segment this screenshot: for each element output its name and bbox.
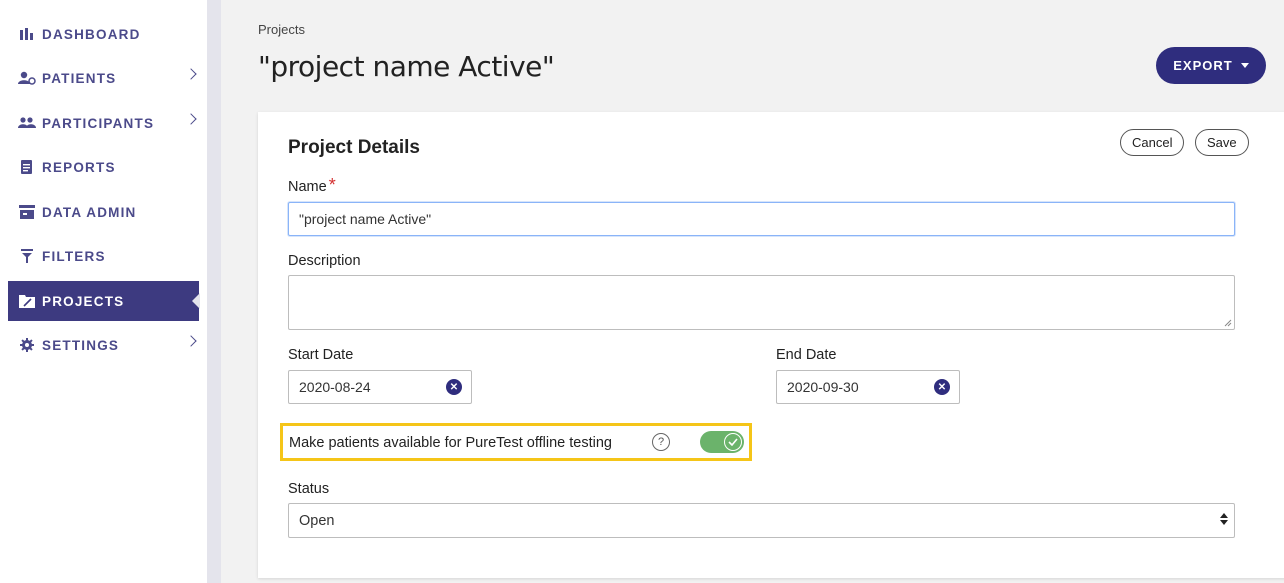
- sidebar-item-participants[interactable]: PARTICIPANTS: [8, 103, 199, 143]
- projects-icon: [18, 294, 36, 308]
- bar-chart-icon: [18, 27, 36, 41]
- report-icon: [18, 160, 36, 174]
- end-date-input[interactable]: 2020-09-30 ✕: [776, 370, 960, 404]
- breadcrumb[interactable]: Projects: [258, 22, 305, 37]
- project-details-card: Project Details Cancel Save Name * "proje…: [258, 112, 1284, 578]
- sidebar-item-label: REPORTS: [42, 159, 116, 175]
- clear-end-date-icon[interactable]: ✕: [934, 379, 950, 395]
- patient-icon: [18, 71, 36, 85]
- status-value: Open: [299, 512, 335, 529]
- filter-icon: [18, 249, 36, 263]
- name-label-text: Name: [288, 179, 327, 195]
- export-button[interactable]: EXPORT: [1156, 47, 1266, 84]
- start-date-value: 2020-08-24: [299, 379, 371, 395]
- data-admin-icon: [18, 205, 36, 219]
- caret-down-icon: [1240, 63, 1249, 68]
- sidebar-item-label: PARTICIPANTS: [42, 115, 155, 131]
- required-asterisk: *: [328, 175, 336, 195]
- sidebar-item-label: FILTERS: [42, 248, 106, 264]
- sidebar-item-label: PROJECTS: [42, 293, 125, 309]
- status-label: Status: [288, 481, 330, 497]
- card-title: Project Details: [288, 137, 420, 158]
- help-icon[interactable]: ?: [652, 433, 670, 451]
- sidebar-item-reports[interactable]: REPORTS: [8, 147, 199, 187]
- sidebar-item-patients[interactable]: PATIENTS: [8, 58, 199, 98]
- offline-testing-toggle[interactable]: [700, 431, 744, 453]
- cancel-button[interactable]: Cancel: [1120, 129, 1185, 156]
- name-input[interactable]: "project name Active": [288, 202, 1235, 236]
- chevron-right-icon: [185, 68, 197, 80]
- export-label: EXPORT: [1173, 58, 1233, 73]
- save-button[interactable]: Save: [1195, 129, 1249, 156]
- status-select[interactable]: Open: [288, 503, 1235, 538]
- description-label: Description: [288, 253, 361, 269]
- sidebar-item-filters[interactable]: FILTERS: [8, 236, 199, 276]
- sidebar-item-settings[interactable]: SETTINGS: [8, 325, 199, 365]
- chevron-right-icon: [185, 335, 197, 347]
- sidebar-item-projects[interactable]: PROJECTS: [8, 281, 200, 321]
- sidebar: DASHBOARD PATIENTS PARTICIPANTS REPORTS: [0, 0, 207, 583]
- end-date-label: End Date: [776, 347, 837, 363]
- clear-start-date-icon[interactable]: ✕: [446, 379, 462, 395]
- sidebar-item-dashboard[interactable]: DASHBOARD: [8, 14, 199, 54]
- check-icon: [724, 433, 742, 451]
- sidebar-item-label: SETTINGS: [42, 337, 120, 353]
- gear-icon: [18, 338, 36, 352]
- start-date-input[interactable]: 2020-08-24 ✕: [288, 370, 472, 404]
- page-title: "project name Active": [258, 50, 555, 83]
- participants-icon: [18, 116, 36, 130]
- sidebar-item-label: DASHBOARD: [42, 26, 141, 42]
- sidebar-divider: [207, 0, 221, 583]
- name-label: Name *: [288, 175, 336, 196]
- resize-handle-icon[interactable]: [1224, 319, 1232, 327]
- description-textarea[interactable]: [288, 275, 1235, 330]
- sidebar-item-label: DATA ADMIN: [42, 204, 137, 220]
- offline-testing-label: Make patients available for PureTest off…: [289, 435, 612, 451]
- end-date-value: 2020-09-30: [787, 379, 859, 395]
- app-window: DASHBOARD PATIENTS PARTICIPANTS REPORTS: [0, 0, 1284, 583]
- main-content: Projects "project name Active" EXPORT Pr…: [221, 0, 1284, 583]
- start-date-label: Start Date: [288, 347, 354, 363]
- sidebar-item-data-admin[interactable]: DATA ADMIN: [8, 192, 199, 232]
- chevron-right-icon: [185, 113, 197, 125]
- sidebar-item-label: PATIENTS: [42, 70, 117, 86]
- select-arrows-icon: [1220, 513, 1228, 525]
